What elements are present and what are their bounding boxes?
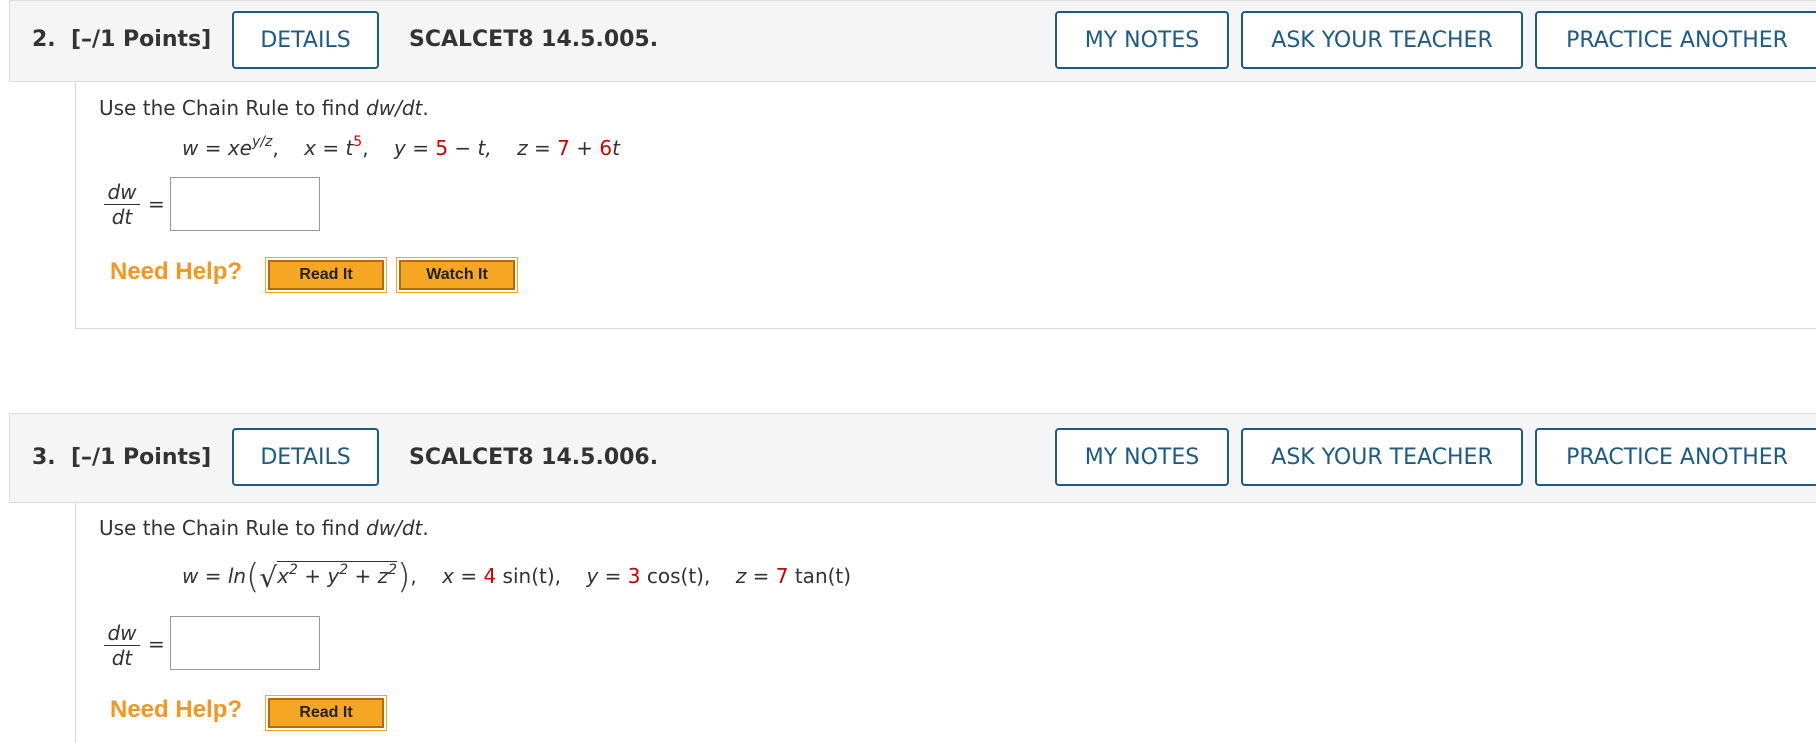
my-notes-button[interactable]: MY NOTES bbox=[1055, 428, 1229, 486]
watch-it-button[interactable]: Watch It bbox=[396, 257, 518, 293]
question-code: SCALCET8 14.5.005. bbox=[409, 27, 659, 52]
practice-another-button[interactable]: PRACTICE ANOTHER bbox=[1535, 428, 1816, 486]
question-prompt: Use the Chain Rule to find dw/dt. bbox=[99, 96, 429, 120]
question-2-body: Use the Chain Rule to find dw/dt. w = xe… bbox=[75, 82, 1816, 329]
ask-your-teacher-button[interactable]: ASK YOUR TEACHER bbox=[1241, 11, 1523, 69]
read-it-button[interactable]: Read It bbox=[265, 257, 387, 293]
equation: w = ln(√x2 + y2 + z2), x = 4 sin(t), y =… bbox=[182, 557, 852, 597]
practice-another-button[interactable]: PRACTICE ANOTHER bbox=[1535, 11, 1816, 69]
question-number: 3. [–/1 Points] bbox=[32, 445, 212, 470]
equals-sign: = bbox=[148, 192, 165, 216]
details-button[interactable]: DETAILS bbox=[232, 428, 379, 486]
equation: w = xey/z, x = t5, y = 5 − t, z = 7 + 6t bbox=[182, 134, 620, 160]
answer-input[interactable] bbox=[170, 177, 320, 231]
my-notes-button[interactable]: MY NOTES bbox=[1055, 11, 1229, 69]
equals-sign: = bbox=[148, 632, 165, 656]
read-it-button[interactable]: Read It bbox=[265, 695, 387, 731]
question-prompt: Use the Chain Rule to find dw/dt. bbox=[99, 516, 429, 540]
question-3-body: Use the Chain Rule to find dw/dt. w = ln… bbox=[75, 503, 1816, 743]
question-code: SCALCET8 14.5.006. bbox=[409, 445, 659, 470]
answer-input[interactable] bbox=[170, 616, 320, 670]
dw-dt-fraction: dw dt bbox=[104, 621, 140, 670]
need-help-label: Need Help? bbox=[110, 696, 243, 723]
details-button[interactable]: DETAILS bbox=[232, 11, 379, 69]
dw-dt-fraction: dw dt bbox=[104, 180, 140, 229]
need-help-label: Need Help? bbox=[110, 258, 243, 285]
question-number: 2. [–/1 Points] bbox=[32, 27, 212, 52]
question-2-header: 2. [–/1 Points] DETAILS SCALCET8 14.5.00… bbox=[9, 0, 1816, 82]
ask-your-teacher-button[interactable]: ASK YOUR TEACHER bbox=[1241, 428, 1523, 486]
question-3-header: 3. [–/1 Points] DETAILS SCALCET8 14.5.00… bbox=[9, 413, 1816, 503]
